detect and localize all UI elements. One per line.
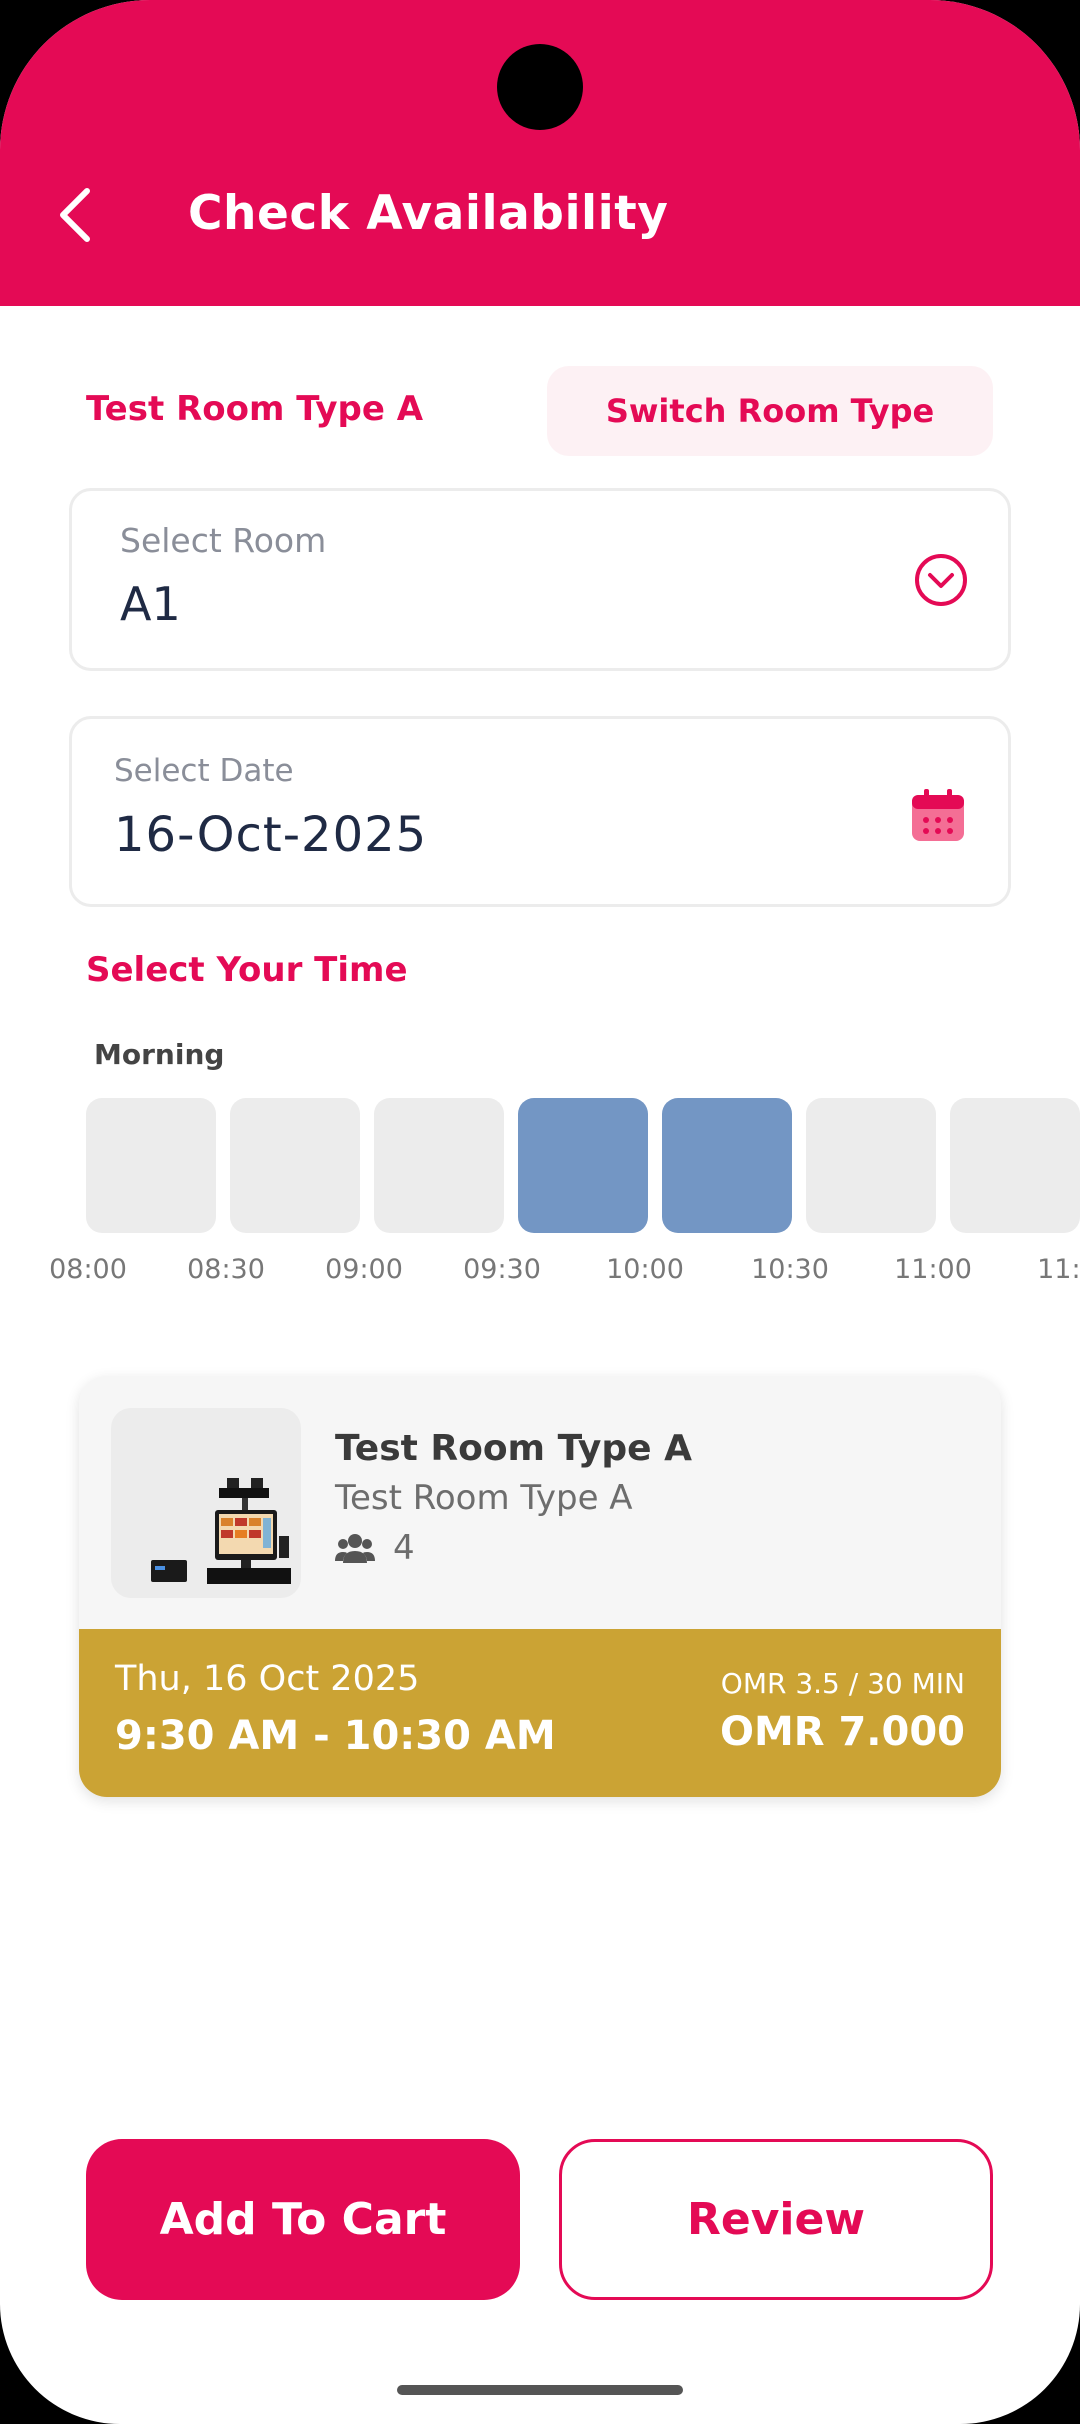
capacity-value: 4 [393, 1528, 415, 1568]
back-button[interactable] [40, 170, 110, 260]
booking-rate: OMR 3.5 / 30 MIN [720, 1667, 965, 1700]
room-thumbnail [111, 1408, 301, 1598]
booking-time-range: 9:30 AM - 10:30 AM [115, 1713, 556, 1759]
select-date-value: 16-Oct-2025 [114, 807, 428, 863]
calendar-icon[interactable] [910, 787, 966, 843]
select-room-label: Select Room [120, 521, 327, 560]
time-slot[interactable] [230, 1098, 360, 1233]
time-slot[interactable] [950, 1098, 1080, 1233]
time-slot-label: 10:00 [606, 1254, 684, 1285]
time-slot-label: 09:30 [463, 1254, 541, 1285]
time-slot[interactable] [806, 1098, 936, 1233]
switch-room-type-button[interactable]: Switch Room Type [547, 366, 993, 456]
home-indicator[interactable] [397, 2385, 683, 2395]
review-button[interactable]: Review [559, 2139, 993, 2300]
time-slot-label: 09:00 [325, 1254, 403, 1285]
card-booking-footer: Thu, 16 Oct 2025 9:30 AM - 10:30 AM OMR … [79, 1629, 1001, 1797]
booking-date: Thu, 16 Oct 2025 [115, 1659, 420, 1699]
time-slot-label: 08:00 [49, 1254, 127, 1285]
booking-total: OMR 7.000 [719, 1709, 965, 1755]
booking-summary-card: Test Room Type A Test Room Type A 4 Thu,… [79, 1376, 1001, 1797]
people-icon [335, 1534, 375, 1563]
card-capacity: 4 [335, 1528, 415, 1568]
time-slot[interactable] [662, 1098, 792, 1233]
period-label: Morning [94, 1038, 225, 1071]
time-slot[interactable] [518, 1098, 648, 1233]
camera-cutout [497, 44, 583, 130]
add-to-cart-button[interactable]: Add To Cart [86, 2139, 520, 2300]
chevron-down-circle-icon [915, 554, 967, 606]
card-room-title: Test Room Type A [335, 1428, 692, 1469]
page-title: Check Availability [188, 186, 669, 241]
select-date-field[interactable]: Select Date 16-Oct-2025 [69, 716, 1011, 907]
app-header: Check Availability [0, 0, 1080, 306]
select-time-title: Select Your Time [86, 950, 408, 990]
time-slot-label: 11:30 [1037, 1254, 1080, 1285]
time-slot-label: 10:30 [751, 1254, 829, 1285]
screen: Check Availability Test Room Type A Swit… [0, 0, 1080, 2424]
pos-terminal-image [151, 1478, 291, 1584]
room-type-label: Test Room Type A [86, 389, 424, 429]
time-slot[interactable] [374, 1098, 504, 1233]
time-slot-label: 08:30 [187, 1254, 265, 1285]
back-arrow-icon [60, 188, 90, 242]
select-room-dropdown[interactable]: Select Room A1 [69, 488, 1011, 671]
select-room-value: A1 [120, 577, 181, 631]
time-slot[interactable] [86, 1098, 216, 1233]
card-room-subtitle: Test Room Type A [335, 1478, 633, 1518]
time-slot-label: 11:00 [894, 1254, 972, 1285]
select-date-label: Select Date [114, 753, 294, 789]
